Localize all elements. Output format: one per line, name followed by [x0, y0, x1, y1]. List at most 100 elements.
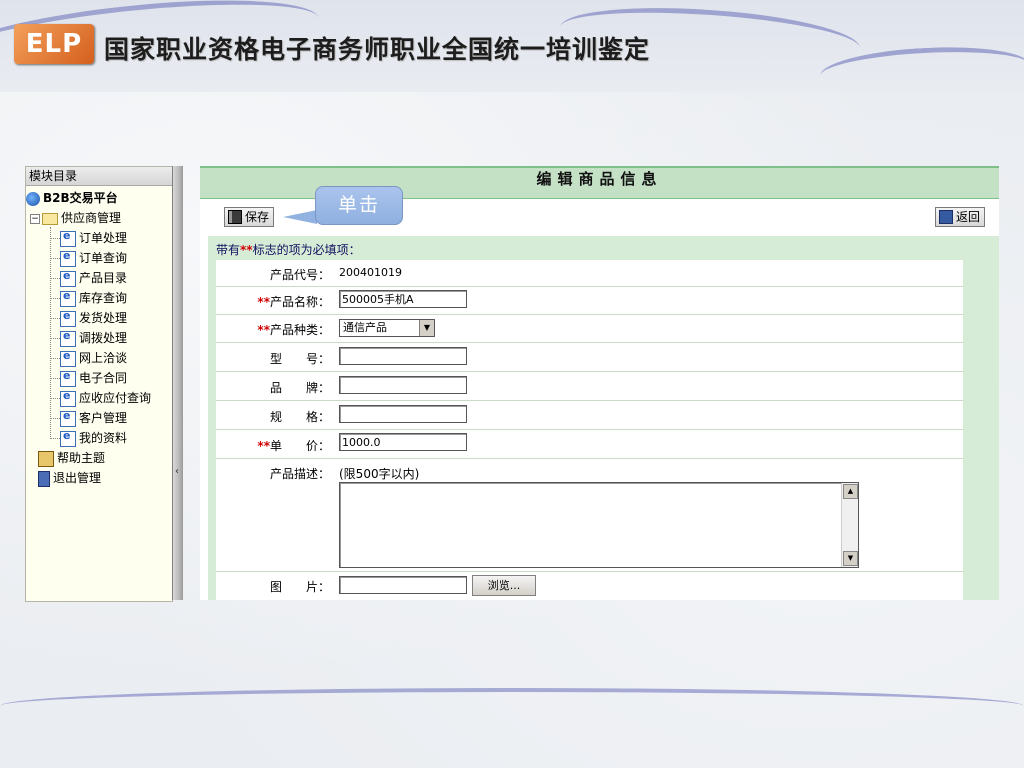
tree-connector — [50, 438, 60, 439]
form-row-spec: 规 格： — [216, 401, 963, 430]
chevron-left-icon[interactable]: ‹ — [175, 466, 179, 477]
tree-item[interactable]: 库存查询 — [60, 289, 127, 307]
form-row-code: 产品代号： 200401019 — [216, 260, 963, 287]
tree-connector — [50, 378, 60, 379]
image-path-input[interactable] — [339, 576, 467, 594]
price-input[interactable]: 1000.0 — [339, 433, 467, 451]
back-door-icon — [939, 210, 953, 224]
tree-connector — [50, 238, 60, 239]
tree-connector — [50, 338, 60, 339]
collapse-icon[interactable]: − — [30, 214, 40, 224]
required-note-suffix: 标志的项为必填项： — [252, 243, 361, 257]
textarea-scrollbar[interactable]: ▲ ▼ — [841, 483, 858, 567]
scroll-up-icon[interactable]: ▲ — [843, 484, 858, 499]
product-type-value: 通信产品 — [343, 321, 387, 334]
code-value: 200401019 — [339, 266, 402, 279]
tree-item-help[interactable]: 帮助主题 — [38, 449, 105, 467]
required-mark: ** — [257, 295, 270, 309]
ie-page-icon — [60, 409, 76, 427]
slide-title: 国家职业资格电子商务师职业全国统一培训鉴定 — [104, 35, 651, 64]
ie-page-icon — [60, 349, 76, 367]
tree-connector — [50, 258, 60, 259]
back-button[interactable]: 返回 — [935, 207, 986, 227]
tree-item[interactable]: 调拨处理 — [60, 329, 127, 347]
click-callout: 单击 — [315, 186, 403, 225]
tree-item-label: 发货处理 — [79, 311, 128, 325]
tree-item[interactable]: 订单处理 — [60, 229, 127, 247]
ie-page-icon — [60, 369, 76, 387]
name-label-text: 产品名称： — [269, 295, 330, 309]
tree-item[interactable]: 客户管理 — [60, 409, 127, 427]
globe-icon — [26, 191, 40, 206]
ie-page-icon — [60, 249, 76, 267]
spec-input[interactable] — [339, 405, 467, 423]
callout-pointer — [283, 210, 317, 224]
required-mark: ** — [257, 439, 270, 453]
floppy-disk-icon — [228, 210, 242, 224]
name-label: **产品名称： — [216, 293, 330, 310]
dropdown-arrow-icon[interactable]: ▼ — [419, 320, 434, 336]
form-row-brand: 品 牌： — [216, 372, 963, 401]
product-name-input[interactable]: 500005手机A — [339, 290, 467, 308]
type-label-text: 产品种类： — [269, 323, 330, 337]
tree-root-label: B2B交易平台 — [43, 191, 118, 205]
tree-group-label: 供应商管理 — [61, 211, 122, 225]
module-tree-panel: 模块目录 B2B交易平台 − 供应商管理 帮助主题 退出管理 订单处理订单查询产… — [25, 166, 173, 602]
save-button[interactable]: 保存 — [224, 207, 275, 227]
tree-item-label: 产品目录 — [79, 271, 128, 285]
tree-root-b2b[interactable]: B2B交易平台 — [26, 189, 118, 207]
tree-item-exit[interactable]: 退出管理 — [38, 469, 101, 487]
tree-header: 模块目录 — [26, 167, 172, 186]
required-note-stars: ** — [240, 243, 253, 257]
save-button-label: 保存 — [245, 210, 270, 224]
ie-page-icon — [60, 429, 76, 447]
tree-item[interactable]: 网上洽谈 — [60, 349, 127, 367]
description-hint: (限500字以内) — [339, 467, 420, 481]
scroll-down-icon[interactable]: ▼ — [843, 551, 858, 566]
tree-item-label: 网上洽谈 — [79, 351, 128, 365]
price-label: **单 价： — [216, 437, 330, 454]
tree-connector — [50, 298, 60, 299]
browse-button[interactable]: 浏览... — [472, 575, 536, 596]
ie-page-icon — [60, 309, 76, 327]
tree-item-label: 库存查询 — [79, 291, 128, 305]
tree-group-supplier[interactable]: 供应商管理 — [42, 209, 121, 227]
model-input[interactable] — [339, 347, 467, 365]
tree-item[interactable]: 产品目录 — [60, 269, 127, 287]
tree-item[interactable]: 应收应付查询 — [60, 389, 151, 407]
tree-item-label: 客户管理 — [79, 411, 128, 425]
tree-item-label: 应收应付查询 — [79, 391, 152, 405]
tree-item[interactable]: 发货处理 — [60, 309, 127, 327]
model-label: 型 号： — [269, 352, 330, 366]
ie-page-icon — [60, 269, 76, 287]
elp-logo: ELP — [14, 24, 94, 64]
tree-item-label: 退出管理 — [53, 471, 102, 485]
ie-page-icon — [60, 289, 76, 307]
required-mark: ** — [257, 323, 270, 337]
description-label: 产品描述： — [269, 467, 330, 481]
tree-item[interactable]: 电子合同 — [60, 369, 127, 387]
panel-splitter[interactable]: ‹ — [172, 166, 183, 600]
tree-item-label: 电子合同 — [79, 371, 128, 385]
brand-label: 品 牌： — [269, 381, 330, 395]
code-label: 产品代号： — [269, 268, 330, 282]
brand-input[interactable] — [339, 376, 467, 394]
folder-icon — [42, 212, 58, 225]
form-row-name: **产品名称： 500005手机A — [216, 287, 963, 315]
form-row-model: 型 号： — [216, 343, 963, 372]
tree-item[interactable]: 订单查询 — [60, 249, 127, 267]
form-row-type: **产品种类： 通信产品 ▼ — [216, 315, 963, 343]
product-form: 产品代号： 200401019 **产品名称： 500005手机A **产品种类… — [216, 260, 963, 600]
tree-connector — [50, 418, 60, 419]
description-textarea[interactable]: ▲ ▼ — [339, 482, 859, 568]
tree-item-label: 帮助主题 — [57, 451, 106, 465]
required-note: 带有**标志的项为必填项： — [216, 241, 361, 258]
product-type-select[interactable]: 通信产品 ▼ — [339, 319, 435, 337]
help-book-icon — [38, 450, 54, 467]
tree-connector — [50, 398, 60, 399]
ie-page-icon — [60, 229, 76, 247]
form-row-image: 图 片： 浏览... — [216, 572, 963, 600]
form-row-price: **单 价： 1000.0 — [216, 430, 963, 459]
tree-item[interactable]: 我的资料 — [60, 429, 127, 447]
required-note-prefix: 带有 — [216, 243, 241, 257]
